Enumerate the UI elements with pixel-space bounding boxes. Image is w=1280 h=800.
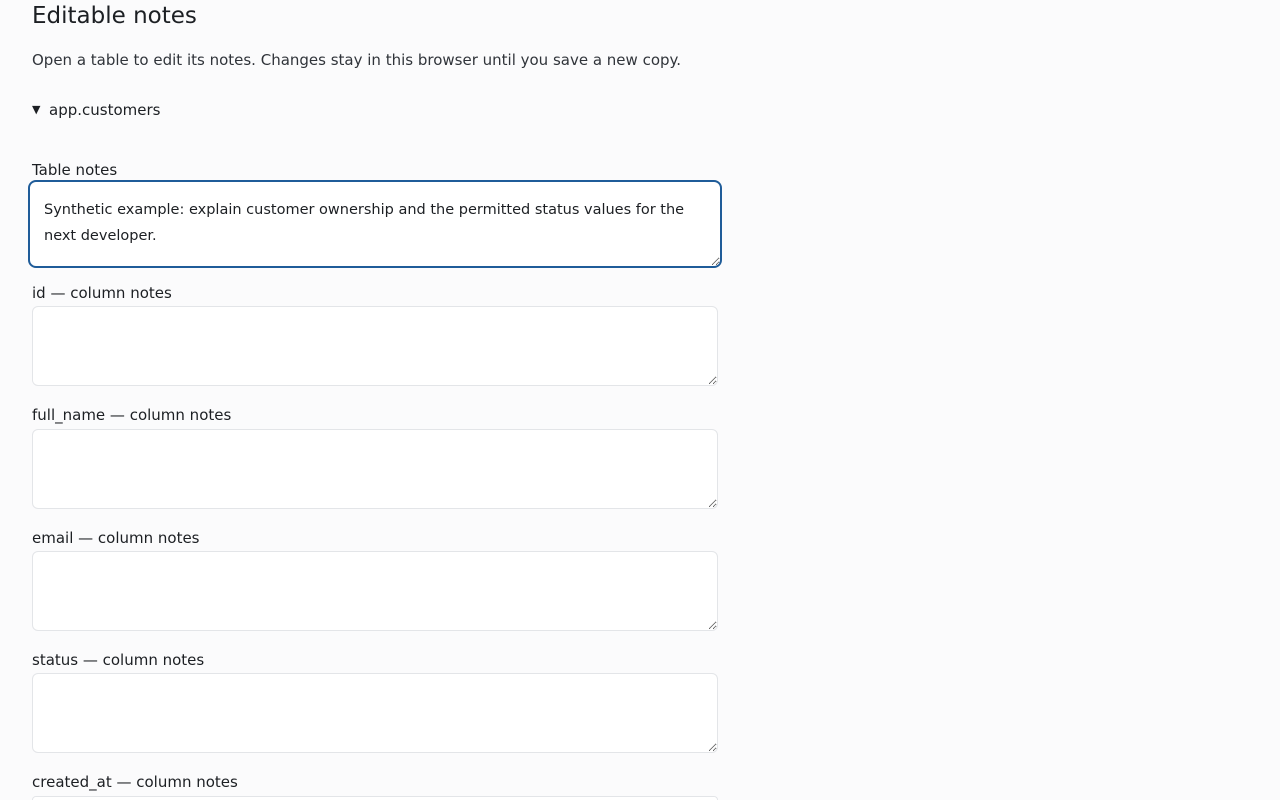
- table-name: app.customers: [49, 101, 161, 119]
- column-notes-label-id: id — column notes: [32, 284, 172, 302]
- page: Editable notes Open a table to edit its …: [0, 0, 1280, 800]
- column-notes-field-email[interactable]: [32, 551, 718, 631]
- page-intro: Open a table to edit its notes. Changes …: [32, 51, 682, 69]
- column-notes-label-email: email — column notes: [32, 529, 200, 547]
- column-notes-label-full-name: full_name — column notes: [32, 406, 232, 424]
- column-notes-label-status: status — column notes: [32, 651, 205, 669]
- table-notes-field[interactable]: Synthetic example: explain customer owne…: [28, 180, 722, 268]
- column-notes-field-created-at[interactable]: [32, 796, 718, 800]
- page-title: Editable notes: [32, 3, 197, 29]
- table-disclosure-toggle[interactable]: ▼ app.customers: [32, 100, 160, 120]
- column-notes-label-created-at: created_at — column notes: [32, 773, 238, 791]
- triangle-down-icon: ▼: [32, 103, 41, 116]
- table-notes-label: Table notes: [32, 161, 118, 179]
- column-notes-field-id[interactable]: [32, 306, 718, 386]
- column-notes-field-status[interactable]: [32, 673, 718, 753]
- column-notes-field-full-name[interactable]: [32, 429, 718, 509]
